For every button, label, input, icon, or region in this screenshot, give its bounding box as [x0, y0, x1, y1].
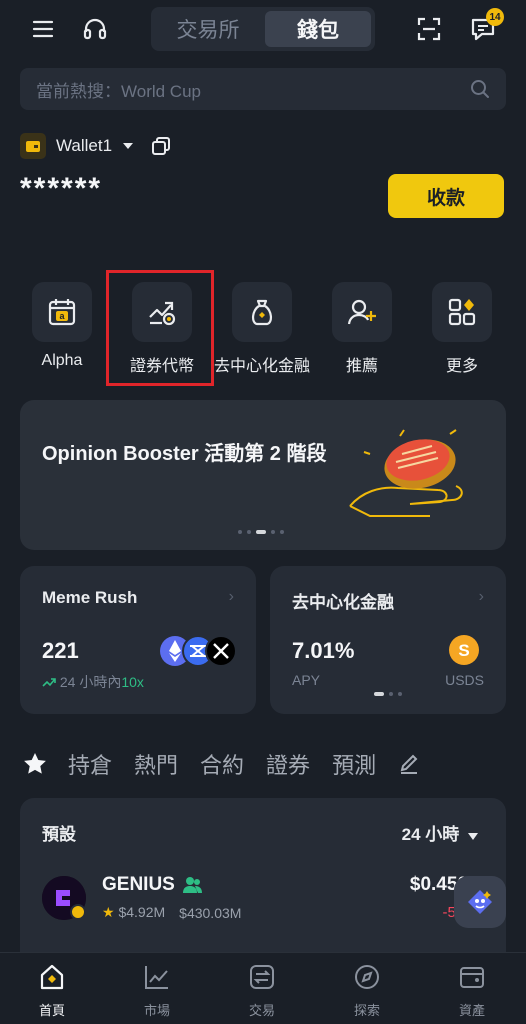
meme-subtext: 24 小時內10x [42, 672, 144, 692]
card-pagination [374, 692, 402, 696]
coin-hand-illustration [349, 429, 463, 517]
menu-icon[interactable] [26, 12, 60, 46]
card-title: 去中心化金融 [292, 593, 394, 612]
wallet-icon [20, 133, 46, 159]
token-name: GENIUS [102, 874, 175, 895]
search-bar[interactable]: 當前熱搜：World Cup [20, 68, 506, 110]
headset-support-icon[interactable] [78, 12, 112, 46]
chevron-right-icon: › [228, 588, 234, 605]
nav-home[interactable]: 首頁 [12, 963, 92, 1019]
asset-label: USDS [445, 672, 484, 688]
quick-action-label: Alpha [41, 352, 83, 369]
time-range-select[interactable]: 24 小時 [402, 820, 478, 845]
search-placeholder: 當前熱搜：World Cup [36, 81, 201, 101]
meme-sub-prefix: 24 小時內 [59, 674, 122, 690]
tab-contracts[interactable]: 合約 [200, 748, 244, 780]
promo-banner[interactable]: Opinion Booster 活動第 2 階段 [20, 400, 506, 550]
time-range-label: 24 小時 [401, 825, 460, 844]
wallet-balance: ****** [20, 172, 103, 205]
market-chart-icon [145, 966, 168, 989]
trend-up-icon [42, 678, 56, 687]
quick-action-referral[interactable]: 推薦 [312, 282, 412, 376]
caret-down-icon[interactable] [122, 142, 134, 150]
banner-title: Opinion Booster 活動第 2 階段 [42, 443, 327, 465]
banner-pagination [238, 530, 284, 534]
card-title: Meme Rush [42, 588, 138, 607]
users-icon [182, 877, 202, 893]
assets-icon [460, 967, 484, 988]
meme-count: 221 [42, 638, 79, 663]
quick-action-defi[interactable]: 去中心化金融 [212, 282, 312, 376]
meme-rush-card[interactable]: Meme Rush › 221 24 小時內10x [20, 566, 256, 714]
wallet-name: Wallet1 [56, 136, 113, 155]
chevron-right-icon: › [478, 588, 484, 605]
wallet-selector[interactable]: Wallet1 [20, 132, 172, 160]
defi-bag-icon [232, 282, 292, 342]
nav-label: 資產 [458, 1003, 485, 1018]
highlight-box [106, 270, 214, 386]
usds-coin-icon: S [449, 635, 479, 665]
scan-icon[interactable] [412, 12, 446, 46]
caret-down-icon [468, 833, 478, 840]
meme-sub-change: 10x [121, 674, 144, 690]
notification-badge: 14 [486, 8, 504, 26]
token-stat-2: $430.03M [179, 904, 242, 921]
bottom-nav: 首頁 市場 交易 探索 資產 [0, 952, 526, 1024]
list-preset[interactable]: 預設 [42, 820, 76, 845]
quick-action-label: 去中心化金融 [213, 358, 310, 375]
nav-explore[interactable]: 探索 [327, 963, 407, 1019]
tab-popular[interactable]: 熱門 [134, 748, 178, 780]
edit-icon[interactable] [398, 753, 420, 775]
nav-label: 交易 [248, 1003, 275, 1018]
top-bar: 交易所 錢包 14 [0, 0, 526, 60]
exchange-wallet-switch: 交易所 錢包 [151, 7, 375, 51]
market-tabs: 持倉 熱門 合約 證券 預測 [20, 746, 420, 782]
explore-icon [355, 965, 379, 989]
home-icon [40, 964, 64, 990]
quick-action-alpha[interactable]: a Alpha [12, 282, 112, 370]
quick-action-label: 更多 [445, 358, 478, 375]
copy-icon[interactable] [150, 135, 172, 157]
defi-card[interactable]: 去中心化金融 › 7.01% S APY USDS [270, 566, 506, 714]
quick-action-label: 推薦 [345, 358, 378, 375]
tab-predictions[interactable]: 預測 [332, 748, 376, 780]
segment-wallet[interactable]: 錢包 [265, 11, 371, 47]
tab-holdings[interactable]: 持倉 [68, 748, 112, 780]
quick-action-more[interactable]: 更多 [412, 282, 512, 376]
tab-securities[interactable]: 證券 [266, 748, 310, 780]
robot-face-icon [468, 890, 492, 914]
receive-button[interactable]: 收款 [388, 174, 504, 218]
token-stat-1: ★ $4.92M [102, 904, 166, 920]
ai-assistant-button[interactable] [454, 876, 506, 928]
token-stack-icons [160, 635, 237, 667]
search-icon [471, 80, 489, 98]
segment-exchange[interactable]: 交易所 [155, 11, 261, 47]
apy-label: APY [292, 672, 321, 688]
nav-label: 市場 [143, 1003, 170, 1018]
svg-text:S: S [458, 641, 469, 660]
nav-label: 首頁 [38, 1003, 65, 1018]
genius-token-icon [42, 876, 86, 920]
defi-apy-value: 7.01% [292, 638, 355, 663]
nav-trade[interactable]: 交易 [222, 963, 302, 1019]
grid-more-icon [432, 282, 492, 342]
nav-assets[interactable]: 資產 [432, 963, 512, 1019]
alpha-calendar-icon: a [32, 282, 92, 342]
nav-market[interactable]: 市場 [117, 963, 197, 1019]
trade-icon [250, 965, 274, 989]
message-icon[interactable]: 14 [466, 8, 504, 46]
nav-label: 探索 [353, 1003, 380, 1018]
add-user-icon [332, 282, 392, 342]
star-favorite-icon[interactable] [20, 751, 50, 777]
